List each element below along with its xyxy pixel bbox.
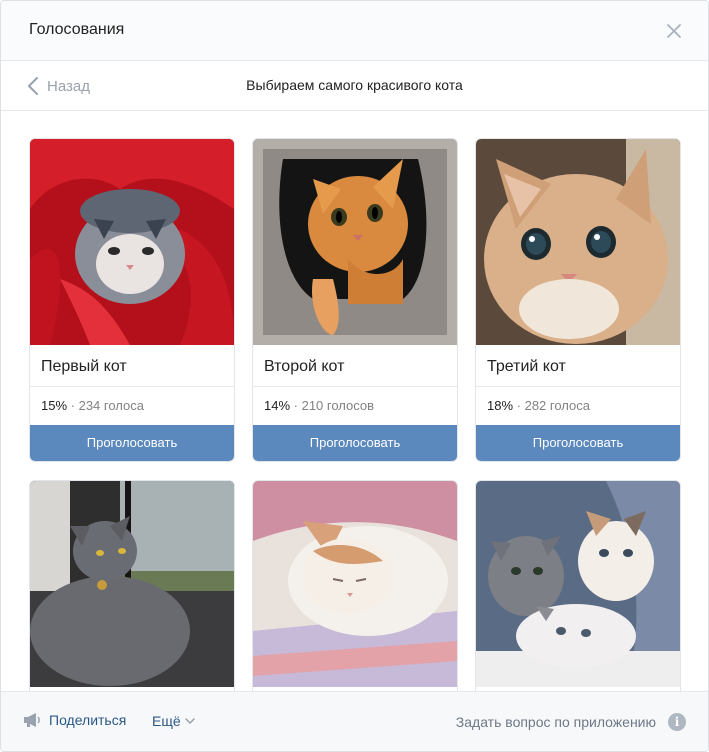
window-title: Голосования xyxy=(29,21,125,38)
option-name: Третий кот xyxy=(476,345,680,387)
poll-option-card-5 xyxy=(252,480,458,692)
cat-photo-4 xyxy=(30,481,234,687)
option-percent: 18% xyxy=(487,398,514,413)
share-button[interactable]: Поделиться xyxy=(23,712,126,728)
poll-option-card-4 xyxy=(29,480,235,692)
nav-bar: Назад Выбираем самого красивого кота xyxy=(1,61,708,111)
chevron-down-icon xyxy=(184,718,195,724)
option-stats: 18% · 282 голоса xyxy=(487,398,590,413)
option-name: Второй кот xyxy=(253,345,457,387)
option-votes: 282 голоса xyxy=(524,398,590,413)
option-percent: 15% xyxy=(41,398,68,413)
cat-photo-5 xyxy=(253,481,457,687)
option-votes: 210 голосов xyxy=(301,398,375,413)
app-window: Голосования Назад Выбираем самого красив… xyxy=(0,0,709,752)
option-stats: 15% · 234 голоса xyxy=(41,398,144,413)
vote-button[interactable]: Проголосовать xyxy=(30,425,234,461)
option-votes: 234 голоса xyxy=(78,398,144,413)
poll-title: Выбираем самого красивого кота xyxy=(246,77,463,93)
poll-grid: Первый кот 15% · 234 голоса Проголосоват… xyxy=(1,112,708,692)
option-name: Первый кот xyxy=(30,345,234,387)
vote-button[interactable]: Проголосовать xyxy=(476,425,680,461)
megaphone-icon xyxy=(24,713,40,727)
more-menu-button[interactable]: Ещё xyxy=(152,713,195,729)
poll-option-card-6 xyxy=(475,480,681,692)
poll-option-card-3: Третий кот 18% · 282 голоса Проголосоват… xyxy=(475,138,681,462)
cat-photo-3 xyxy=(476,139,680,345)
option-stats: 14% · 210 голосов xyxy=(264,398,375,413)
title-bar: Голосования xyxy=(1,1,708,61)
close-icon[interactable] xyxy=(662,19,686,43)
cat-photo-2 xyxy=(253,139,457,345)
footer-bar: Поделиться Ещё Задать вопрос по приложен… xyxy=(1,691,708,751)
poll-option-card-1: Первый кот 15% · 234 голоса Проголосоват… xyxy=(29,138,235,462)
vote-button[interactable]: Проголосовать xyxy=(253,425,457,461)
poll-option-card-2: Второй кот 14% · 210 голосов Проголосова… xyxy=(252,138,458,462)
ask-question-link[interactable]: Задать вопрос по приложению xyxy=(456,714,656,730)
share-label: Поделиться xyxy=(49,712,127,728)
option-percent: 14% xyxy=(264,398,291,413)
more-label: Ещё xyxy=(152,713,181,729)
cat-photo-6 xyxy=(476,481,680,687)
cat-photo-1 xyxy=(30,139,234,345)
info-icon[interactable]: i xyxy=(668,713,686,731)
